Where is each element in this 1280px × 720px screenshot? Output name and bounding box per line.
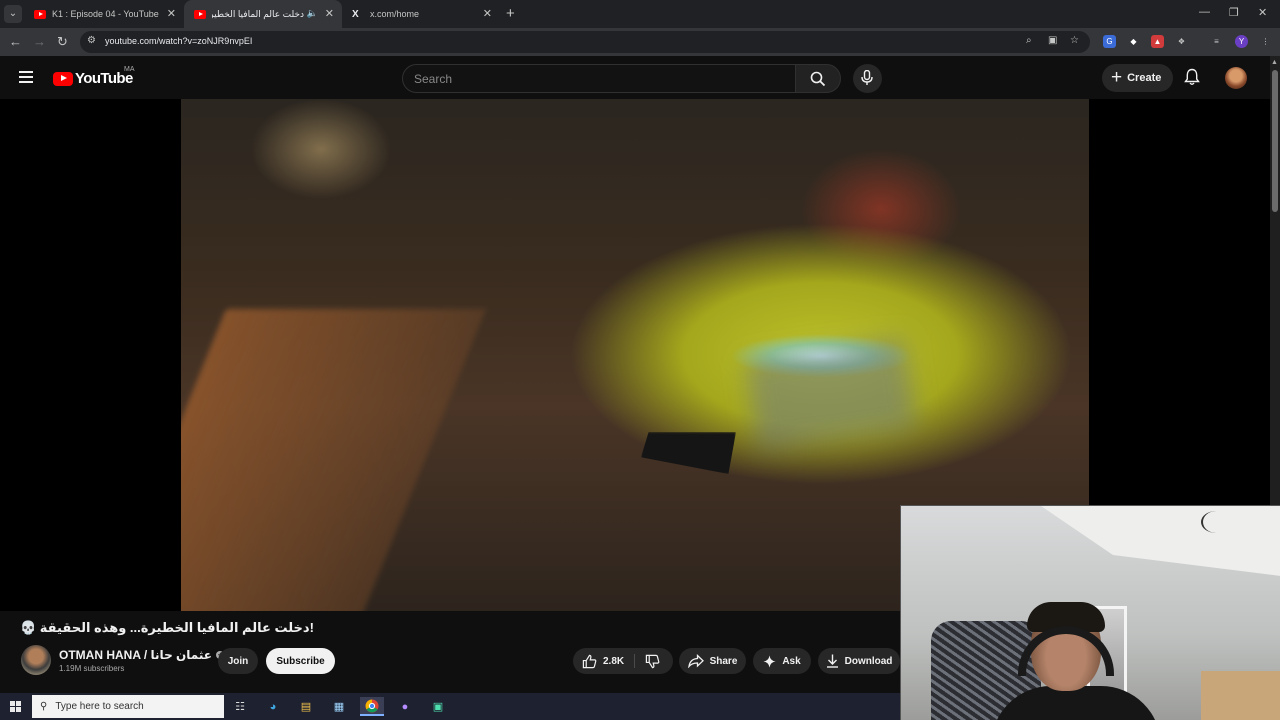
- reload-icon[interactable]: ↻: [57, 34, 68, 50]
- share-arrow-icon: [687, 654, 704, 668]
- dislike-button[interactable]: [645, 654, 660, 674]
- like-count: 2.8K: [603, 655, 625, 667]
- tab-title: K1 : Episode 04 - YouTube: [52, 9, 159, 19]
- x-favicon-icon: X: [352, 8, 359, 20]
- windows-start-icon[interactable]: [10, 701, 21, 712]
- scroll-up-arrow-icon[interactable]: ▲: [1271, 59, 1278, 66]
- address-bar[interactable]: ⚙ youtube.com/watch?v=zoNJR9nvpEI ⌕ ▣ ☆: [80, 31, 1090, 53]
- close-tab-icon[interactable]: ✕: [167, 7, 176, 21]
- youtube-favicon-icon: [194, 9, 206, 19]
- channel-name-link[interactable]: OTMAN HANA / عثمان حانا ✓: [59, 648, 224, 662]
- ask-button[interactable]: Ask: [753, 648, 811, 674]
- extension-diamond-icon[interactable]: ◆: [1127, 35, 1140, 48]
- youtube-masthead: YouTube MA + Create: [0, 56, 1270, 99]
- search-button[interactable]: [795, 64, 841, 93]
- browser-tab-strip: ⌄ K1 : Episode 04 - YouTube ✕ دخلت عالم …: [0, 0, 1280, 28]
- youtube-logo[interactable]: YouTube MA: [53, 66, 135, 87]
- profile-avatar-icon[interactable]: Y: [1235, 35, 1248, 48]
- reading-list-icon[interactable]: ≡: [1210, 35, 1223, 48]
- voice-search-button[interactable]: [853, 64, 882, 93]
- edge-browser-icon[interactable]: ◕: [261, 697, 285, 716]
- back-arrow-icon[interactable]: ←: [9, 34, 22, 50]
- close-window-icon[interactable]: ✕: [1258, 6, 1267, 19]
- blurred-plate-shape: [745, 338, 917, 450]
- hamburger-menu-icon[interactable]: [19, 71, 33, 83]
- like-divider: [634, 654, 635, 668]
- account-avatar[interactable]: [1225, 67, 1247, 89]
- tab-current-video[interactable]: دخلت عالم المافيا الخطيرة... 🔈 ✕: [184, 0, 342, 28]
- cast-icon[interactable]: ▣: [1048, 35, 1057, 46]
- taskbar-search-placeholder: Type here to search: [55, 701, 144, 712]
- tab-x-home[interactable]: X x.com/home ✕: [342, 0, 500, 28]
- ceiling-light-shape: [1201, 511, 1231, 533]
- site-info-icon[interactable]: ⚙: [87, 35, 96, 46]
- subscribe-button[interactable]: Subscribe: [266, 648, 335, 674]
- taskbar-search[interactable]: ⚲ Type here to search: [32, 695, 224, 718]
- tab-search-button[interactable]: ⌄: [4, 5, 22, 23]
- forward-arrow-icon[interactable]: →: [33, 34, 46, 50]
- restore-icon[interactable]: ❐: [1229, 6, 1239, 19]
- url-text[interactable]: youtube.com/watch?v=zoNJR9nvpEI: [105, 36, 252, 46]
- chrome-logo-icon: [365, 699, 379, 712]
- join-button[interactable]: Join: [218, 648, 258, 674]
- translate-extension-icon[interactable]: G: [1103, 35, 1116, 48]
- close-tab-icon[interactable]: ✕: [325, 7, 334, 21]
- notifications-bell-icon[interactable]: [1184, 68, 1200, 86]
- box-shape: [1201, 671, 1280, 720]
- file-explorer-icon[interactable]: ▤: [294, 697, 318, 716]
- tab-title: x.com/home: [370, 9, 420, 19]
- search-icon: ⚲: [40, 701, 48, 712]
- extension-red-icon[interactable]: ▲: [1151, 35, 1164, 48]
- browser-menu-icon[interactable]: ⋮: [1259, 35, 1272, 48]
- zoom-icon[interactable]: ⌕: [1026, 35, 1032, 46]
- chrome-icon[interactable]: [360, 697, 384, 716]
- webcam-overlay: [900, 505, 1280, 720]
- download-icon: [826, 654, 838, 668]
- youtube-favicon-icon: [34, 9, 46, 19]
- video-title: !دخلت عالم المافيا الخطيرة... وهذه الحقي…: [20, 620, 314, 635]
- plus-icon: +: [1111, 67, 1123, 88]
- channel-name: OTMAN HANA / عثمان حانا: [59, 648, 212, 662]
- channel-avatar[interactable]: [21, 645, 51, 675]
- country-code: MA: [124, 66, 135, 73]
- like-button[interactable]: 2.8K: [582, 654, 624, 669]
- speaker-icon[interactable]: 🔈: [307, 8, 318, 19]
- search-box: [402, 64, 796, 93]
- share-button[interactable]: Share: [679, 648, 746, 674]
- ask-label: Ask: [782, 655, 801, 667]
- scrollbar-thumb[interactable]: [1272, 70, 1278, 212]
- bookmark-star-icon[interactable]: ☆: [1070, 35, 1079, 46]
- search-icon: [810, 71, 826, 87]
- subscriber-count: 1.19M subscribers: [59, 664, 125, 673]
- browser-toolbar: ← → ↻ ⚙ youtube.com/watch?v=zoNJR9nvpEI …: [0, 28, 1280, 56]
- new-tab-button[interactable]: +: [506, 5, 515, 22]
- close-tab-icon[interactable]: ✕: [483, 7, 492, 21]
- tab-title: دخلت عالم المافيا الخطيرة...: [212, 8, 304, 19]
- sidewalk-shape: [181, 309, 486, 611]
- green-app-icon[interactable]: ▣: [426, 697, 450, 716]
- store-icon[interactable]: ▦: [327, 697, 351, 716]
- share-label: Share: [709, 655, 738, 667]
- windows-taskbar: ⚲ Type here to search ☷ ◕ ▤ ▦ ● ▣: [0, 693, 900, 720]
- car-grille-shape: [641, 432, 736, 474]
- ceiling-shape: [1041, 506, 1280, 576]
- subscribe-label: Subscribe: [276, 655, 325, 667]
- download-label: Download: [844, 655, 893, 667]
- recording-app-icon[interactable]: ●: [393, 697, 417, 716]
- search-input[interactable]: [403, 65, 795, 92]
- create-label: Create: [1127, 72, 1162, 84]
- youtube-play-icon: [53, 71, 73, 86]
- create-button[interactable]: + Create: [1102, 64, 1173, 92]
- minimize-icon[interactable]: —: [1199, 6, 1210, 18]
- task-view-icon[interactable]: ☷: [228, 697, 252, 716]
- tab-k1-episode[interactable]: K1 : Episode 04 - YouTube ✕: [24, 0, 184, 28]
- thumbs-up-icon: [582, 654, 597, 668]
- download-button[interactable]: Download: [818, 648, 900, 674]
- extensions-puzzle-icon[interactable]: ❖: [1175, 35, 1188, 48]
- join-label: Join: [227, 655, 249, 667]
- sparkle-icon: [763, 654, 776, 668]
- microphone-icon: [861, 70, 873, 85]
- thumbs-down-icon: [645, 654, 660, 669]
